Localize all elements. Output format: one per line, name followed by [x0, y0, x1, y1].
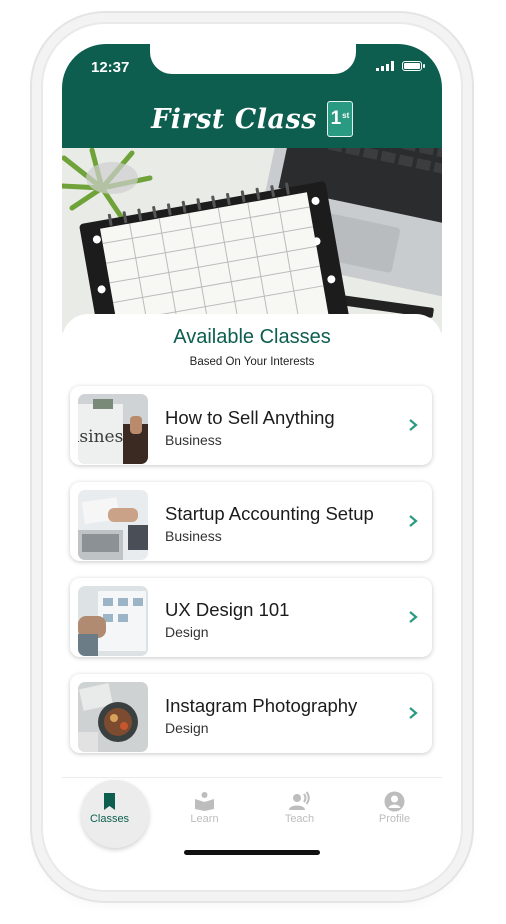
class-category: Business	[165, 528, 222, 544]
class-thumbnail	[78, 682, 148, 752]
chevron-right-icon	[409, 419, 418, 431]
tab-classes[interactable]: Classes	[62, 778, 157, 848]
tab-profile[interactable]: Profile	[347, 778, 442, 848]
class-title: How to Sell Anything	[165, 407, 335, 428]
class-card-ux-design[interactable]: UX Design 101 Design	[70, 578, 432, 657]
tab-teach[interactable]: Teach	[252, 778, 347, 848]
class-thumbnail	[78, 586, 148, 656]
home-indicator	[184, 850, 320, 855]
badge-number: 1	[330, 108, 342, 129]
class-thumbnail: isiness	[78, 394, 148, 464]
device-notch	[150, 44, 356, 74]
reader-icon	[195, 792, 214, 811]
section-subtitle: Based On Your Interests	[189, 356, 315, 368]
badge-suffix: st	[342, 110, 350, 120]
chevron-right-icon	[409, 707, 418, 719]
class-category: Business	[165, 432, 222, 448]
status-icons	[376, 61, 425, 71]
class-title: Instagram Photography	[165, 695, 358, 716]
classes-panel: Available Classes Based On Your Interest…	[62, 314, 442, 794]
battery-icon	[402, 61, 425, 71]
status-time: 12:37	[91, 59, 130, 76]
brand-name: First Class	[151, 103, 317, 135]
class-card-startup-accounting[interactable]: Startup Accounting Setup Business	[70, 482, 432, 561]
class-category: Design	[165, 720, 209, 736]
chevron-right-icon	[409, 515, 418, 527]
tab-label: Teach	[284, 813, 315, 825]
speaker-icon	[289, 791, 310, 810]
class-category: Design	[165, 624, 209, 640]
section-title: Available Classes	[173, 326, 331, 348]
signal-icon	[376, 61, 394, 71]
brand-logo: First Class 1st	[62, 101, 442, 137]
bookmark-icon	[104, 793, 115, 810]
class-card-sell-anything[interactable]: isiness How to Sell Anything Business	[70, 386, 432, 465]
app-header: 12:37 First Class 1st	[62, 44, 442, 148]
hero-image	[62, 148, 442, 333]
class-thumbnail	[78, 490, 148, 560]
first-place-badge-icon: 1st	[326, 101, 353, 137]
chevron-right-icon	[409, 611, 418, 623]
tab-label: Profile	[378, 813, 411, 825]
class-card-instagram-photography[interactable]: Instagram Photography Design	[70, 674, 432, 753]
class-title: Startup Accounting Setup	[165, 503, 374, 524]
user-circle-icon	[384, 791, 405, 812]
tab-learn[interactable]: Learn	[157, 778, 252, 848]
tab-label: Classes	[89, 813, 130, 825]
app-screen: 12:37 First Class 1st Available Classes …	[62, 44, 442, 868]
class-title: UX Design 101	[165, 599, 290, 620]
tab-label: Learn	[190, 813, 219, 825]
